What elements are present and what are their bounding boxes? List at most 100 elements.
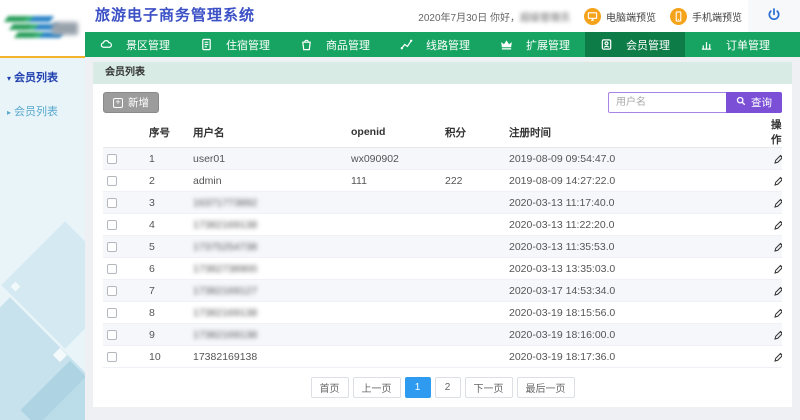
row-username: 17382169138 [193, 329, 257, 341]
row-register-time: 2019-08-09 09:54:47.0 [509, 153, 615, 165]
monitor-icon [584, 8, 601, 25]
lodging-document-icon [200, 38, 213, 51]
table-row: 4173821691382020-03-13 11:22:20.0 [103, 214, 782, 236]
scenic-cloud-icon [100, 38, 113, 51]
pc-preview-button[interactable]: 电脑端预览 [584, 8, 656, 25]
nav-item-label: 扩展管理 [526, 37, 570, 53]
edit-button[interactable] [773, 241, 782, 253]
header-checkbox-column [103, 117, 145, 148]
row-username: 17382738900 [193, 263, 257, 275]
nav-item-label: 线路管理 [426, 37, 470, 53]
row-register-time: 2020-03-13 13:35:03.0 [509, 263, 615, 275]
row-checkbox[interactable] [107, 286, 117, 296]
edit-button[interactable] [773, 219, 782, 231]
route-icon [400, 38, 413, 51]
edit-button[interactable] [773, 263, 782, 275]
pc-preview-label: 电脑端预览 [606, 9, 656, 24]
row-username: 17382169138 [193, 219, 257, 231]
nav-item-label: 景区管理 [126, 37, 170, 53]
nav-item-1[interactable]: 景区管理 [85, 32, 185, 57]
add-button[interactable]: + 新增 [103, 92, 159, 113]
table-row: 5173752547382020-03-13 11:35:53.0 [103, 236, 782, 258]
nav-item-3[interactable]: 商品管理 [285, 32, 385, 57]
nav-item-6[interactable]: 会员管理 [585, 32, 685, 57]
column-header-3: openid [347, 117, 441, 148]
logout-button[interactable] [748, 0, 800, 32]
main-nav: 景区管理 住宿管理商品管理 线路管理 扩展管理会员管理订单管理 [85, 32, 800, 57]
sidebar-item-label: 会员列表 [14, 72, 58, 84]
table-row: 9 17382169138 2020-03-19 18:16:00.0 [103, 324, 782, 346]
row-username: 17375254738 [193, 241, 257, 253]
sidebar-item-1[interactable]: ▾会员列表 [0, 58, 85, 89]
date-greeting: 2020年7月30日 你好，超级管理员 [418, 9, 570, 24]
table-row: 7173821691272020-03-17 14:53:34.0 [103, 280, 782, 302]
row-checkbox[interactable] [107, 352, 117, 362]
row-username: 16371773892 [193, 197, 257, 209]
edit-button[interactable] [773, 197, 782, 209]
nav-item-4[interactable]: 线路管理 [385, 32, 485, 57]
row-checkbox[interactable] [107, 198, 117, 208]
page-button-3[interactable]: 1 [405, 377, 431, 398]
row-username: admin [193, 175, 222, 187]
page-button-4[interactable]: 2 [435, 377, 461, 398]
row-checkbox[interactable] [107, 176, 117, 186]
member-badge-icon [600, 38, 613, 51]
nav-item-5[interactable]: 扩展管理 [485, 32, 585, 57]
edit-button[interactable] [773, 307, 782, 319]
search-input[interactable] [608, 92, 726, 113]
row-checkbox[interactable] [107, 264, 117, 274]
pagination: 首页上一页12下一页最后一页 [103, 377, 782, 398]
row-checkbox[interactable] [107, 330, 117, 340]
nav-item-7[interactable]: 订单管理 [685, 32, 785, 57]
order-chart-icon [700, 38, 713, 51]
search-button-label: 查询 [751, 95, 772, 110]
row-number: 4 [149, 219, 155, 231]
row-number: 2 [149, 175, 155, 187]
row-number: 1 [149, 153, 155, 165]
row-register-time: 2020-03-13 11:17:40.0 [509, 197, 614, 209]
row-username: user01 [193, 153, 225, 165]
edit-button[interactable] [773, 175, 782, 187]
mobile-preview-button[interactable]: 手机端预览 [670, 8, 742, 25]
row-number: 7 [149, 285, 155, 297]
column-header-6: 操作 [739, 117, 782, 148]
page-button-2[interactable]: 上一页 [353, 377, 401, 398]
edit-button[interactable] [773, 285, 782, 297]
search-button[interactable]: 查询 [726, 92, 782, 113]
sidebar-item-label: 会员列表 [14, 106, 58, 118]
nav-item-label: 住宿管理 [226, 37, 270, 53]
sidebar: ▾会员列表▸会员列表 [0, 56, 85, 420]
row-register-time: 2020-03-13 11:35:53.0 [509, 241, 614, 253]
column-header-4: 积分 [441, 117, 505, 148]
breadcrumb: 会员列表 [93, 62, 792, 84]
table-row: 6173827389002020-03-13 13:35:03.0 [103, 258, 782, 280]
row-checkbox[interactable] [107, 154, 117, 164]
admin-name: 超级管理员 [520, 13, 570, 24]
edit-button[interactable] [773, 351, 782, 363]
search-bar: 查询 [608, 92, 782, 113]
page-button-6[interactable]: 最后一页 [517, 377, 575, 398]
nav-item-2[interactable]: 住宿管理 [185, 32, 285, 57]
page-button-1[interactable]: 首页 [311, 377, 349, 398]
triangle-right-icon: ▸ [7, 108, 11, 117]
sidebar-item-2[interactable]: ▸会员列表 [0, 89, 85, 123]
mobile-preview-label: 手机端预览 [692, 9, 742, 24]
row-number: 9 [149, 329, 155, 341]
logo [0, 0, 85, 56]
phone-icon [670, 8, 687, 25]
row-checkbox[interactable] [107, 308, 117, 318]
row-register-time: 2020-03-19 18:16:00.0 [509, 329, 615, 341]
row-number: 10 [149, 351, 161, 363]
row-username: 17382169127 [193, 285, 257, 297]
edit-button[interactable] [773, 153, 782, 165]
greeting-text: 2020年7月30日 你好， [418, 13, 520, 24]
page-button-5[interactable]: 下一页 [465, 377, 513, 398]
row-checkbox[interactable] [107, 220, 117, 230]
edit-button[interactable] [773, 329, 782, 341]
row-number: 8 [149, 307, 155, 319]
row-checkbox[interactable] [107, 242, 117, 252]
row-openid: 111 [351, 175, 367, 187]
column-header-5: 注册时间 [505, 117, 739, 148]
sidebar-pattern [0, 200, 85, 420]
table-row: 10173821691382020-03-19 18:17:36.0 [103, 346, 782, 368]
